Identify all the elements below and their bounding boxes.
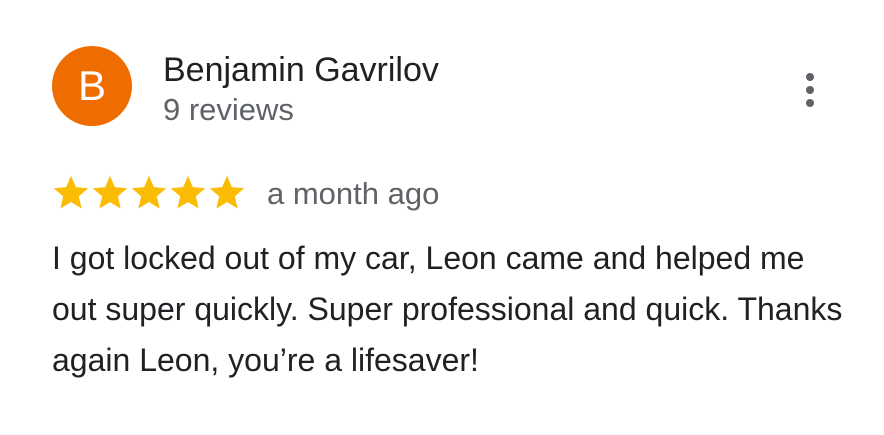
more-options-button[interactable] (788, 68, 832, 112)
reviewer-name[interactable]: Benjamin Gavrilov (163, 50, 439, 90)
avatar-letter: B (77, 62, 106, 109)
star-rating (52, 174, 247, 212)
star-icon (170, 175, 206, 209)
review-text: I got locked out of my car, Leon came an… (52, 240, 843, 378)
star-icon (209, 175, 245, 209)
star-icon (131, 175, 167, 209)
star-icon (53, 175, 89, 209)
review-card: B Benjamin Gavrilov 9 reviews a month ag… (0, 0, 884, 435)
reviewer-review-count: 9 reviews (163, 92, 294, 127)
avatar[interactable]: B (52, 46, 132, 126)
review-time: a month ago (267, 176, 440, 211)
star-icon (92, 175, 128, 209)
more-vert-icon (806, 73, 814, 107)
